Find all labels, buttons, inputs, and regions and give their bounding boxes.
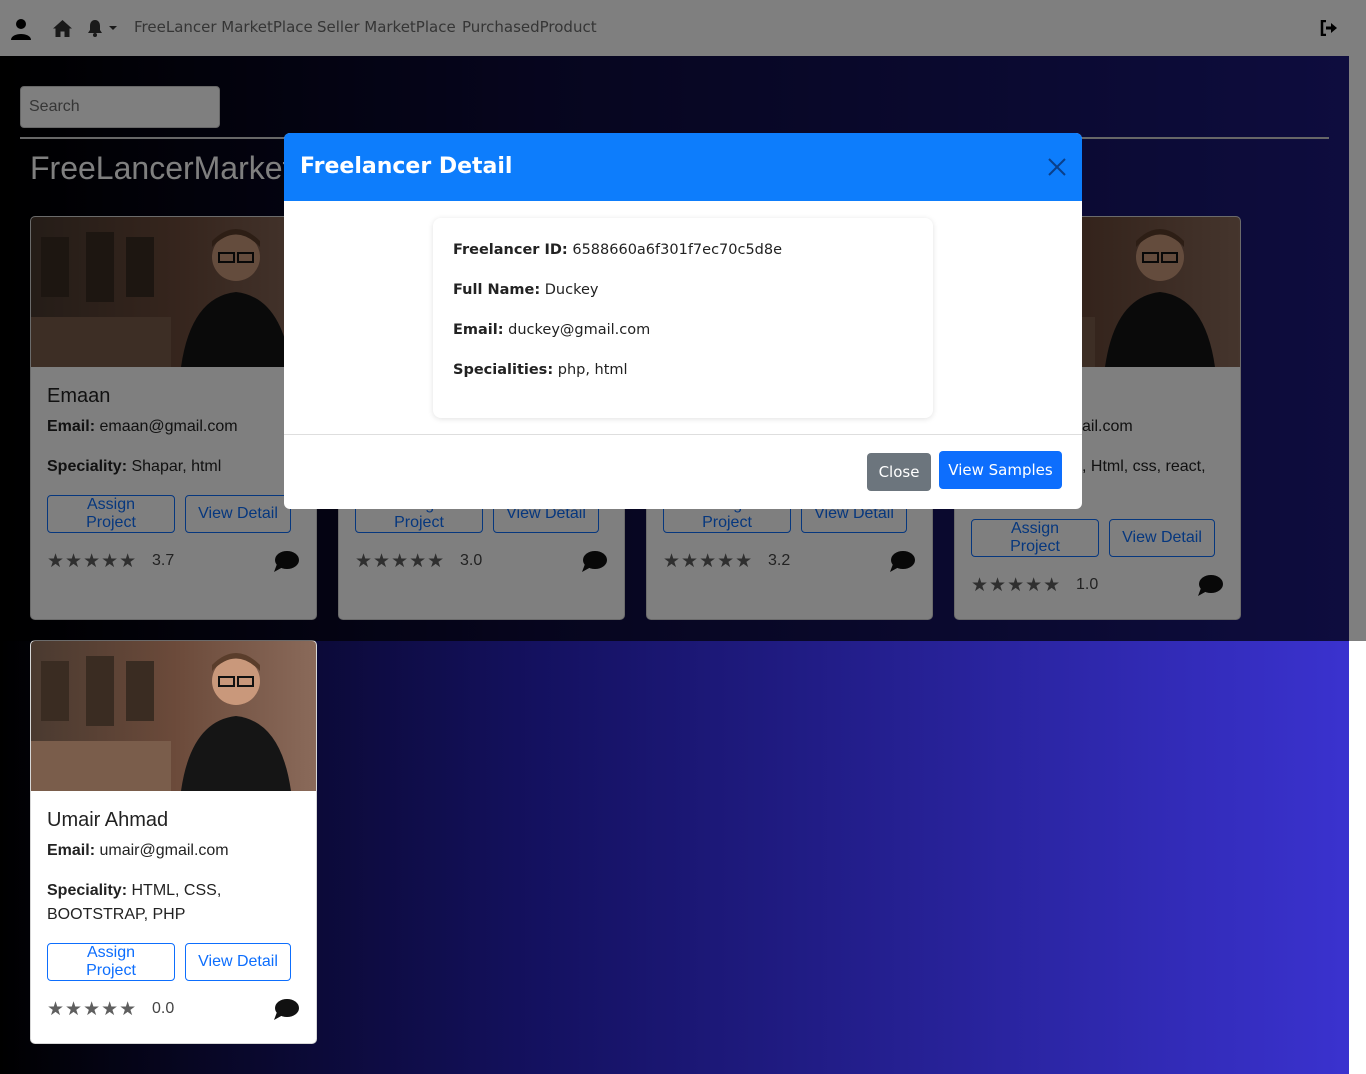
field-value: Duckey <box>544 282 599 298</box>
chat-icon[interactable] <box>273 998 299 1022</box>
freelancer-detail-modal: Freelancer Detail Freelancer ID: 6588660… <box>284 133 1082 509</box>
field-label: Email: <box>453 322 504 338</box>
card-email: Email: umair@gmail.com <box>47 839 302 863</box>
profile-photo <box>31 641 316 791</box>
freelancer-card: Umair Ahmad Email: umair@gmail.com Speci… <box>30 640 317 1044</box>
field-label: Specialities: <box>453 362 554 378</box>
close-button[interactable]: Close <box>867 453 931 491</box>
field-value: duckey@gmail.com <box>508 322 651 338</box>
star-rating-icon: ★★★★★ <box>47 999 138 1020</box>
field-label: Full Name: <box>453 282 541 298</box>
email-value: umair@gmail.com <box>99 842 229 859</box>
close-icon[interactable] <box>1047 157 1067 177</box>
view-samples-button[interactable]: View Samples <box>939 451 1062 489</box>
detail-specialities: Specialities: php, html <box>453 362 628 378</box>
detail-full-name: Full Name: Duckey <box>453 282 598 298</box>
view-detail-button[interactable]: View Detail <box>185 943 291 981</box>
rating-value: 0.0 <box>152 1000 175 1017</box>
detail-card: Freelancer ID: 6588660a6f301f7ec70c5d8e … <box>433 218 933 418</box>
modal-header: Freelancer Detail <box>284 133 1082 201</box>
modal-footer-divider <box>284 434 1082 435</box>
card-speciality: Speciality: HTML, CSS, BOOTSTRAP, PHP <box>47 879 237 927</box>
detail-email: Email: duckey@gmail.com <box>453 322 650 338</box>
speciality-label: Speciality: <box>47 882 128 899</box>
assign-project-button[interactable]: Assign Project <box>47 943 175 981</box>
field-label: Freelancer ID: <box>453 242 568 258</box>
email-label: Email: <box>47 842 96 859</box>
field-value: php, html <box>557 362 628 378</box>
modal-title: Freelancer Detail <box>300 154 513 179</box>
detail-freelancer-id: Freelancer ID: 6588660a6f301f7ec70c5d8e <box>453 242 782 258</box>
card-name: Umair Ahmad <box>47 809 169 831</box>
field-value: 6588660a6f301f7ec70c5d8e <box>572 242 783 258</box>
